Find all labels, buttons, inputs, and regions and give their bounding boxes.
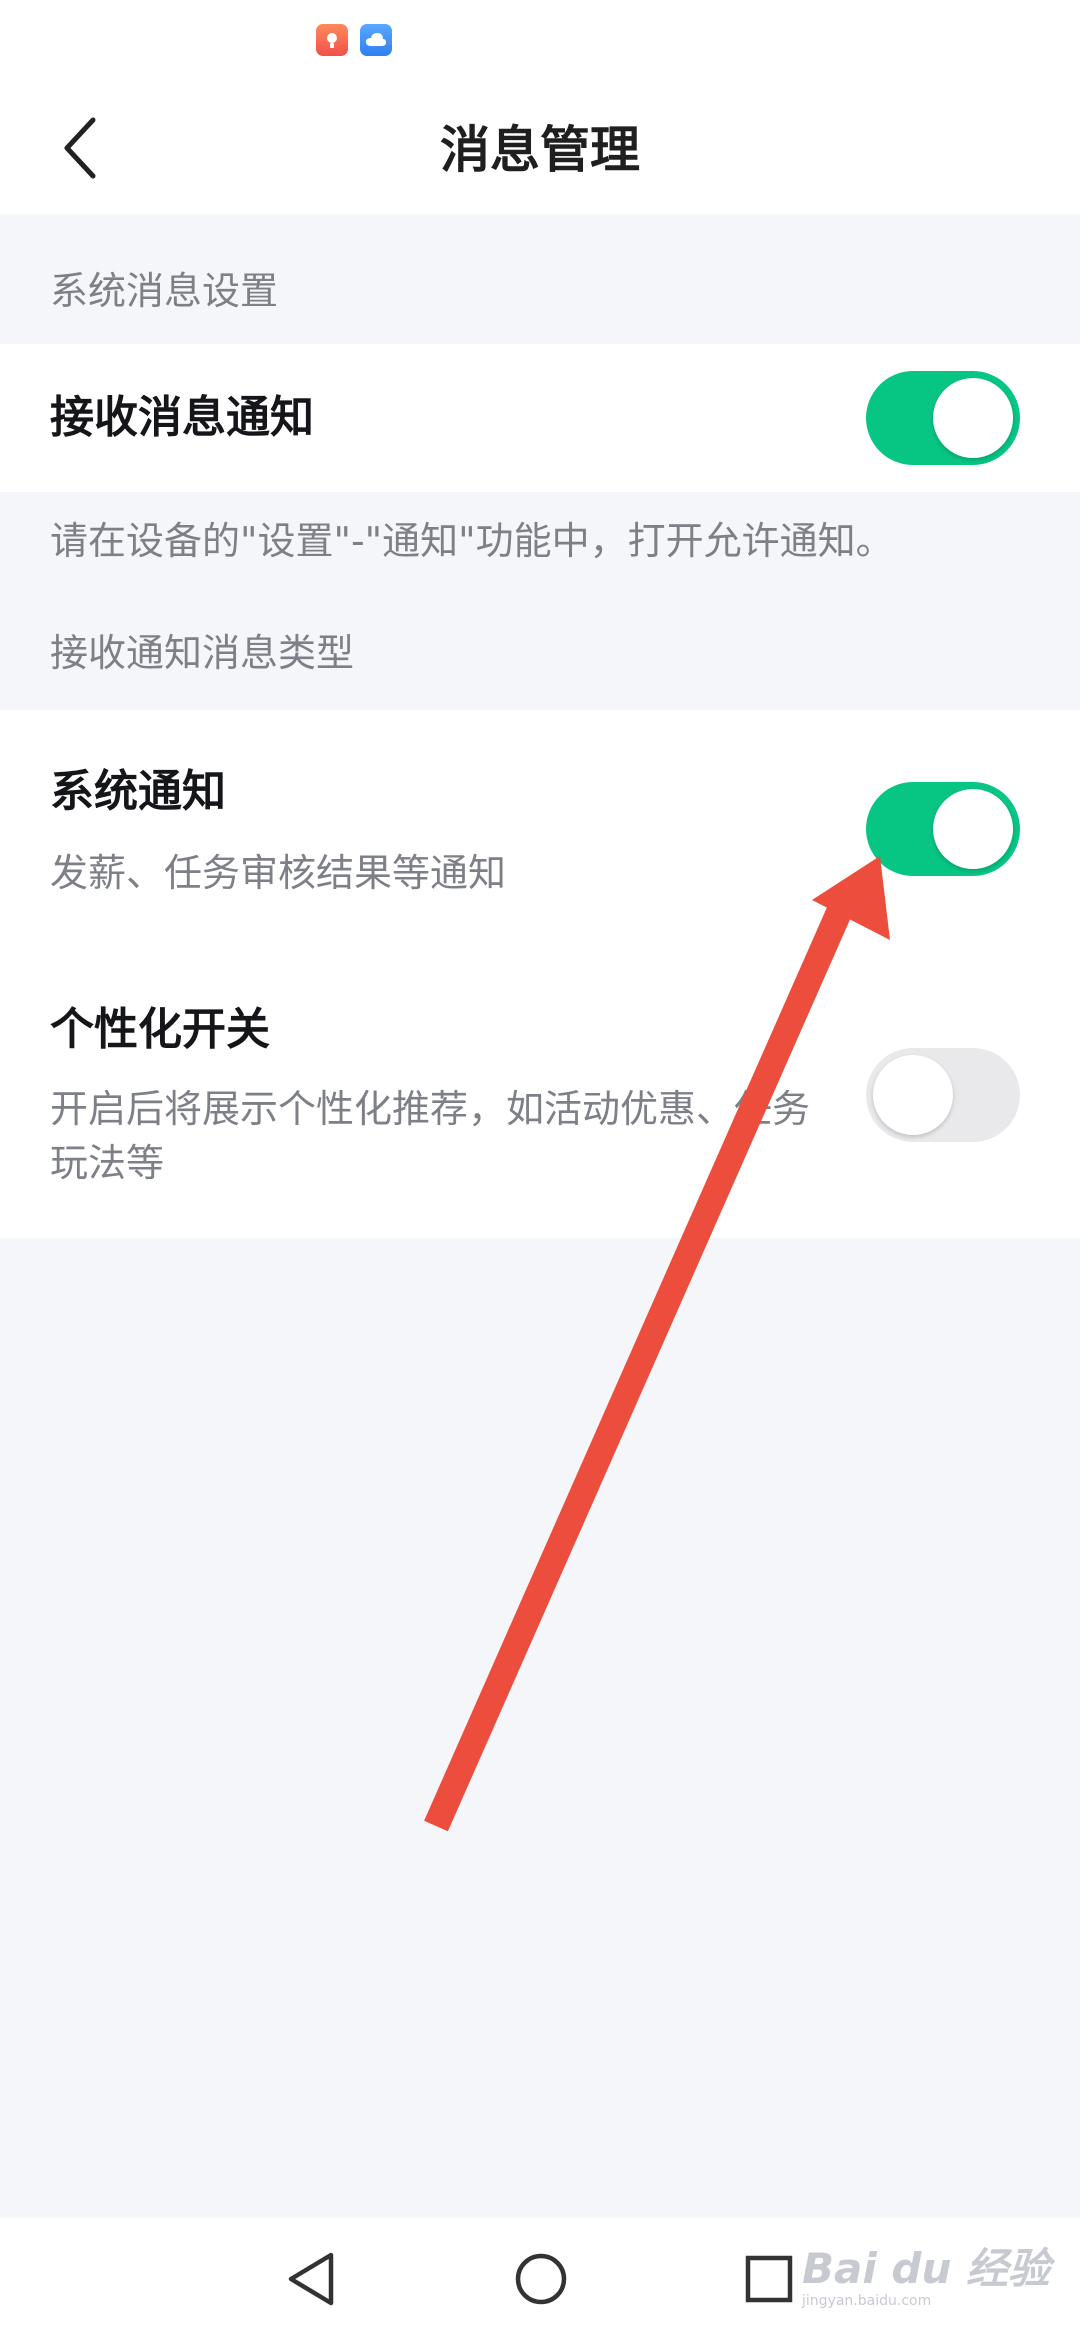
receive-notify-toggle[interactable] bbox=[866, 371, 1020, 465]
system-notify-toggle[interactable] bbox=[866, 782, 1020, 876]
cloud-icon bbox=[360, 24, 392, 56]
status-bar-icons bbox=[316, 24, 392, 56]
section-caption-notify-types: 接收通知消息类型 bbox=[50, 631, 355, 675]
toggle-knob bbox=[933, 789, 1013, 869]
screen: 消息管理 系统消息设置 接收消息通知 请在设备的"设置"-"通知"功能中，打开允… bbox=[0, 0, 1080, 2340]
personalized-subtitle: 开启后将展示个性化推荐，如活动优惠、任务玩法等 bbox=[50, 1087, 811, 1185]
nav-recent-button[interactable] bbox=[724, 2236, 814, 2326]
watermark-main-text: Bai du 经验 bbox=[802, 2244, 1050, 2293]
top-bar: 消息管理 bbox=[0, 0, 1080, 214]
toggle-knob bbox=[873, 1055, 953, 1135]
section-caption-system-settings: 系统消息设置 bbox=[50, 269, 279, 313]
watermark-sub-text: jingyan.baidu.com bbox=[802, 2293, 932, 2309]
triangle-back-icon bbox=[285, 2251, 337, 2311]
notification-app-icon bbox=[316, 24, 348, 56]
system-notify-title: 系统通知 bbox=[50, 766, 226, 817]
toggle-knob bbox=[933, 378, 1013, 458]
page-title: 消息管理 bbox=[440, 121, 640, 179]
system-notify-subtitle: 发薪、任务审核结果等通知 bbox=[50, 851, 507, 895]
personalized-title: 个性化开关 bbox=[50, 1004, 270, 1055]
baidu-jingyan-watermark: Bai du 经验 jingyan.baidu.com bbox=[802, 2246, 1050, 2310]
receive-notify-title: 接收消息通知 bbox=[50, 392, 314, 443]
square-recent-icon bbox=[743, 2253, 795, 2309]
personalized-toggle[interactable] bbox=[866, 1048, 1020, 1142]
notify-types-card: 系统通知 发薪、任务审核结果等通知 个性化开关 开启后将展示个性化推荐，如活动优… bbox=[0, 710, 1080, 1238]
receive-notify-row: 接收消息通知 bbox=[0, 344, 1080, 492]
receive-notify-note: 请在设备的"设置"-"通知"功能中，打开允许通知。 bbox=[50, 519, 894, 563]
nav-back-button[interactable] bbox=[266, 2236, 356, 2326]
circle-home-icon bbox=[513, 2251, 569, 2311]
nav-home-button[interactable] bbox=[496, 2236, 586, 2326]
